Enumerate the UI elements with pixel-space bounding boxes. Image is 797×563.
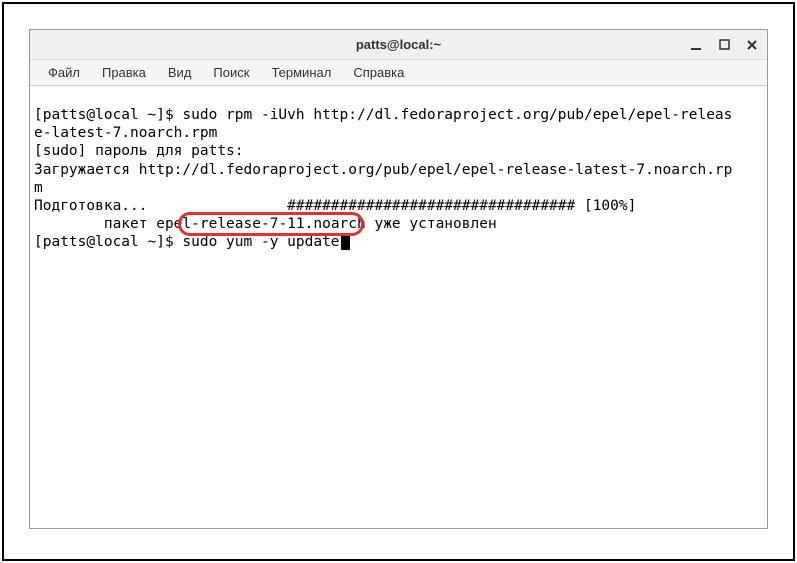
terminal-output-line: [sudo] пароль для patts: [34,142,763,160]
terminal-cursor [341,233,350,250]
terminal-body[interactable]: [patts@local ~]$ sudo rpm -iUvh http://d… [30,86,767,528]
maximize-button[interactable] [717,38,731,52]
terminal-output-line: m [34,179,763,197]
terminal-output-line: e-latest-7.noarch.rpm [34,124,763,142]
menu-terminal[interactable]: Терминал [261,62,341,83]
outer-frame: patts@local:~ Файл Правка Вид Поиск Терм… [2,2,795,561]
menu-help[interactable]: Справка [343,62,414,83]
menu-search[interactable]: Поиск [203,62,259,83]
terminal-output-line: пакет epel-release-7-11.noarch уже устан… [34,215,763,233]
terminal-output-line: [patts@local ~]$ sudo rpm -iUvh http://d… [34,106,763,124]
menu-edit[interactable]: Правка [92,62,156,83]
terminal-output-line: Подготовка... ##########################… [34,197,763,215]
titlebar[interactable]: patts@local:~ [30,30,767,60]
terminal-output-line: Загружается http://dl.fedoraproject.org/… [34,161,763,179]
terminal-command: sudo yum -y update [182,234,339,250]
terminal-window: patts@local:~ Файл Правка Вид Поиск Терм… [29,29,768,529]
minimize-button[interactable] [689,38,703,52]
window-title: patts@local:~ [356,37,441,52]
window-controls [689,38,759,52]
close-button[interactable] [745,38,759,52]
terminal-prompt: [patts@local ~]$ [34,234,182,250]
menubar: Файл Правка Вид Поиск Терминал Справка [30,60,767,86]
terminal-prompt-line: [patts@local ~]$ sudo yum -y update [34,233,763,251]
menu-view[interactable]: Вид [158,62,202,83]
menu-file[interactable]: Файл [38,62,90,83]
